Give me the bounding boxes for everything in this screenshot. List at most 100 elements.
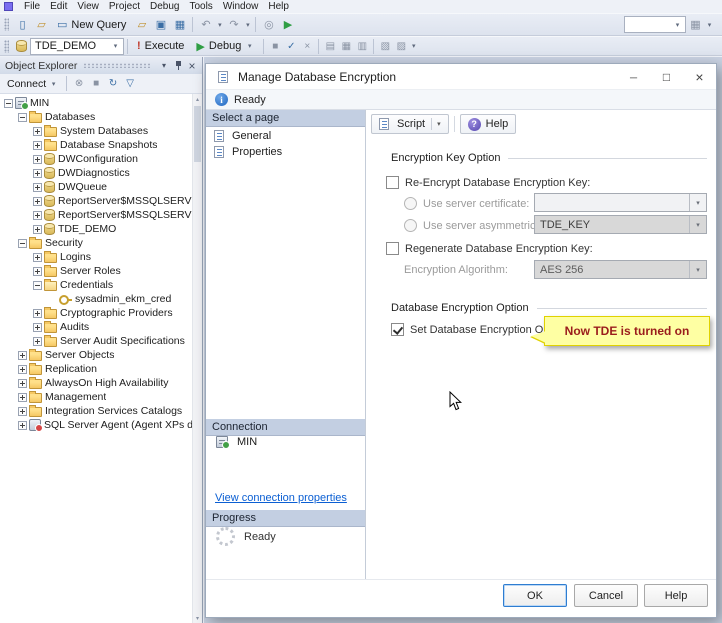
results-grid-icon[interactable]: ▦ <box>338 39 354 54</box>
scrollbar[interactable] <box>192 94 202 623</box>
toolbar-combobox[interactable]: ▾ <box>624 16 686 33</box>
close-icon[interactable] <box>185 59 199 72</box>
tree-item-dwdiagnostics[interactable]: DWDiagnostics <box>0 166 192 180</box>
script-button[interactable]: Script ▾ <box>371 114 449 134</box>
save-icon[interactable]: ▣ <box>151 16 170 34</box>
chevron-down-icon[interactable] <box>689 216 706 233</box>
expand-icon[interactable] <box>33 182 42 192</box>
toolbar-overflow-icon[interactable]: ▾ <box>705 21 714 29</box>
stop-icon[interactable]: ■ <box>267 39 283 54</box>
chevron-down-icon[interactable]: ▾ <box>245 42 254 50</box>
tree-item-server-audit-specifications[interactable]: Server Audit Specifications <box>0 334 192 348</box>
tree-item-server-objects[interactable]: Server Objects <box>0 348 192 362</box>
dialog-titlebar[interactable]: Manage Database Encryption <box>206 64 716 90</box>
asymmetric-key-select[interactable]: TDE_KEY <box>534 215 707 234</box>
tree-item-min[interactable]: MIN <box>0 96 192 110</box>
tree-item-logins[interactable]: Logins <box>0 250 192 264</box>
redo-icon[interactable]: ↷ <box>224 16 243 34</box>
menu-tools[interactable]: Tools <box>184 1 217 12</box>
cancel-query-icon[interactable]: × <box>299 39 315 54</box>
expand-icon[interactable] <box>33 126 42 136</box>
actual-plan-icon[interactable]: ▨ <box>393 39 409 54</box>
chevron-down-icon[interactable] <box>689 261 706 278</box>
tree-item-dwqueue[interactable]: DWQueue <box>0 180 192 194</box>
activity-monitor-icon[interactable]: ◎ <box>259 16 278 34</box>
start-icon[interactable]: ▶ <box>278 16 297 34</box>
tree-item-sysadmin-ekm-cred[interactable]: sysadmin_ekm_cred <box>0 292 192 306</box>
tree-item-replication[interactable]: Replication <box>0 362 192 376</box>
expand-icon[interactable] <box>33 154 42 164</box>
set-database-encryption-on-checkbox[interactable]: Set Database Encryption On <box>391 323 549 336</box>
tree-item-server-roles[interactable]: Server Roles <box>0 264 192 278</box>
expand-icon[interactable] <box>33 168 42 178</box>
toolbar-grip[interactable] <box>4 18 9 31</box>
menu-view[interactable]: View <box>72 1 104 12</box>
expand-icon[interactable] <box>18 392 27 402</box>
new-file-icon[interactable]: ▯ <box>13 16 32 34</box>
undo-dropdown-icon[interactable]: ▾ <box>215 21 224 29</box>
encryption-algorithm-select[interactable]: AES 256 <box>534 260 707 279</box>
chevron-down-icon[interactable]: ▾ <box>670 17 685 32</box>
disconnect-icon[interactable]: ⊗ <box>71 76 87 91</box>
expand-icon[interactable] <box>33 322 42 332</box>
expand-icon[interactable] <box>33 196 42 206</box>
open-query-icon[interactable]: ▱ <box>132 16 151 34</box>
redo-dropdown-icon[interactable]: ▾ <box>243 21 252 29</box>
menu-window[interactable]: Window <box>218 1 264 12</box>
expand-icon[interactable] <box>33 224 42 234</box>
menu-project[interactable]: Project <box>104 1 145 12</box>
results-file-icon[interactable]: ▥ <box>354 39 370 54</box>
tree-item-cryptographic-providers[interactable]: Cryptographic Providers <box>0 306 192 320</box>
radio-unselected-icon[interactable] <box>404 219 417 232</box>
estimated-plan-icon[interactable]: ▧ <box>377 39 393 54</box>
chevron-down-icon[interactable] <box>689 194 706 211</box>
collapse-icon[interactable] <box>18 112 27 122</box>
tree-item-databases[interactable]: Databases <box>0 110 192 124</box>
help-button[interactable]: Help <box>644 584 708 607</box>
expand-icon[interactable] <box>33 140 42 150</box>
object-explorer-titlebar[interactable]: Object Explorer ▾ <box>0 57 202 74</box>
refresh-icon[interactable]: ↻ <box>105 76 121 91</box>
chevron-down-icon[interactable]: ▾ <box>431 118 441 130</box>
tree-item-reportserver-2[interactable]: ReportServer$MSSQLSERVER <box>0 208 192 222</box>
save-all-icon[interactable]: ▦ <box>170 16 189 34</box>
new-query-button[interactable]: ▭ New Query <box>51 16 132 34</box>
menu-file[interactable]: File <box>19 1 45 12</box>
expand-icon[interactable] <box>18 420 27 430</box>
view-connection-properties-link[interactable]: View connection properties <box>215 492 347 504</box>
available-databases-combobox[interactable]: TDE_DEMO ▾ <box>30 37 124 55</box>
expand-icon[interactable] <box>33 336 42 346</box>
checkbox-unchecked-icon[interactable] <box>386 176 399 189</box>
page-properties[interactable]: Properties <box>206 145 365 159</box>
scroll-up-icon[interactable] <box>193 94 202 104</box>
checkbox-checked-icon[interactable] <box>391 323 404 336</box>
tree-item-integration-services-catalogs[interactable]: Integration Services Catalogs <box>0 404 192 418</box>
filter-icon[interactable]: ▽ <box>122 76 138 91</box>
properties-window-icon[interactable]: ▦ <box>686 16 705 34</box>
expand-icon[interactable] <box>33 252 42 262</box>
scroll-thumb[interactable] <box>194 106 201 162</box>
results-text-icon[interactable]: ▤ <box>322 39 338 54</box>
ok-button[interactable]: OK <box>503 584 567 607</box>
undo-icon[interactable]: ↶ <box>196 16 215 34</box>
close-button[interactable] <box>683 64 716 89</box>
tree-item-security[interactable]: Security <box>0 236 192 250</box>
expand-icon[interactable] <box>33 308 42 318</box>
help-toolbar-button[interactable]: Help <box>459 114 517 134</box>
pin-icon[interactable] <box>171 59 185 72</box>
tree-item-sql-server-agent[interactable]: SQL Server Agent (Agent XPs disabled) <box>0 418 192 432</box>
server-certificate-select[interactable] <box>534 193 707 212</box>
window-position-icon[interactable]: ▾ <box>157 59 171 72</box>
regenerate-checkbox[interactable]: Regenerate Database Encryption Key: <box>386 242 593 255</box>
tree-item-tde-demo[interactable]: TDE_DEMO <box>0 222 192 236</box>
expand-icon[interactable] <box>18 406 27 416</box>
chevron-down-icon[interactable]: ▾ <box>108 39 123 54</box>
open-file-icon[interactable]: ▱ <box>32 16 51 34</box>
tree-item-management[interactable]: Management <box>0 390 192 404</box>
menu-debug[interactable]: Debug <box>145 1 184 12</box>
collapse-icon[interactable] <box>18 238 27 248</box>
tree-item-dwconfiguration[interactable]: DWConfiguration <box>0 152 192 166</box>
tree-item-alwayson-high-availability[interactable]: AlwaysOn High Availability <box>0 376 192 390</box>
expand-icon[interactable] <box>18 378 27 388</box>
execute-button[interactable]: ! Execute <box>131 37 190 55</box>
